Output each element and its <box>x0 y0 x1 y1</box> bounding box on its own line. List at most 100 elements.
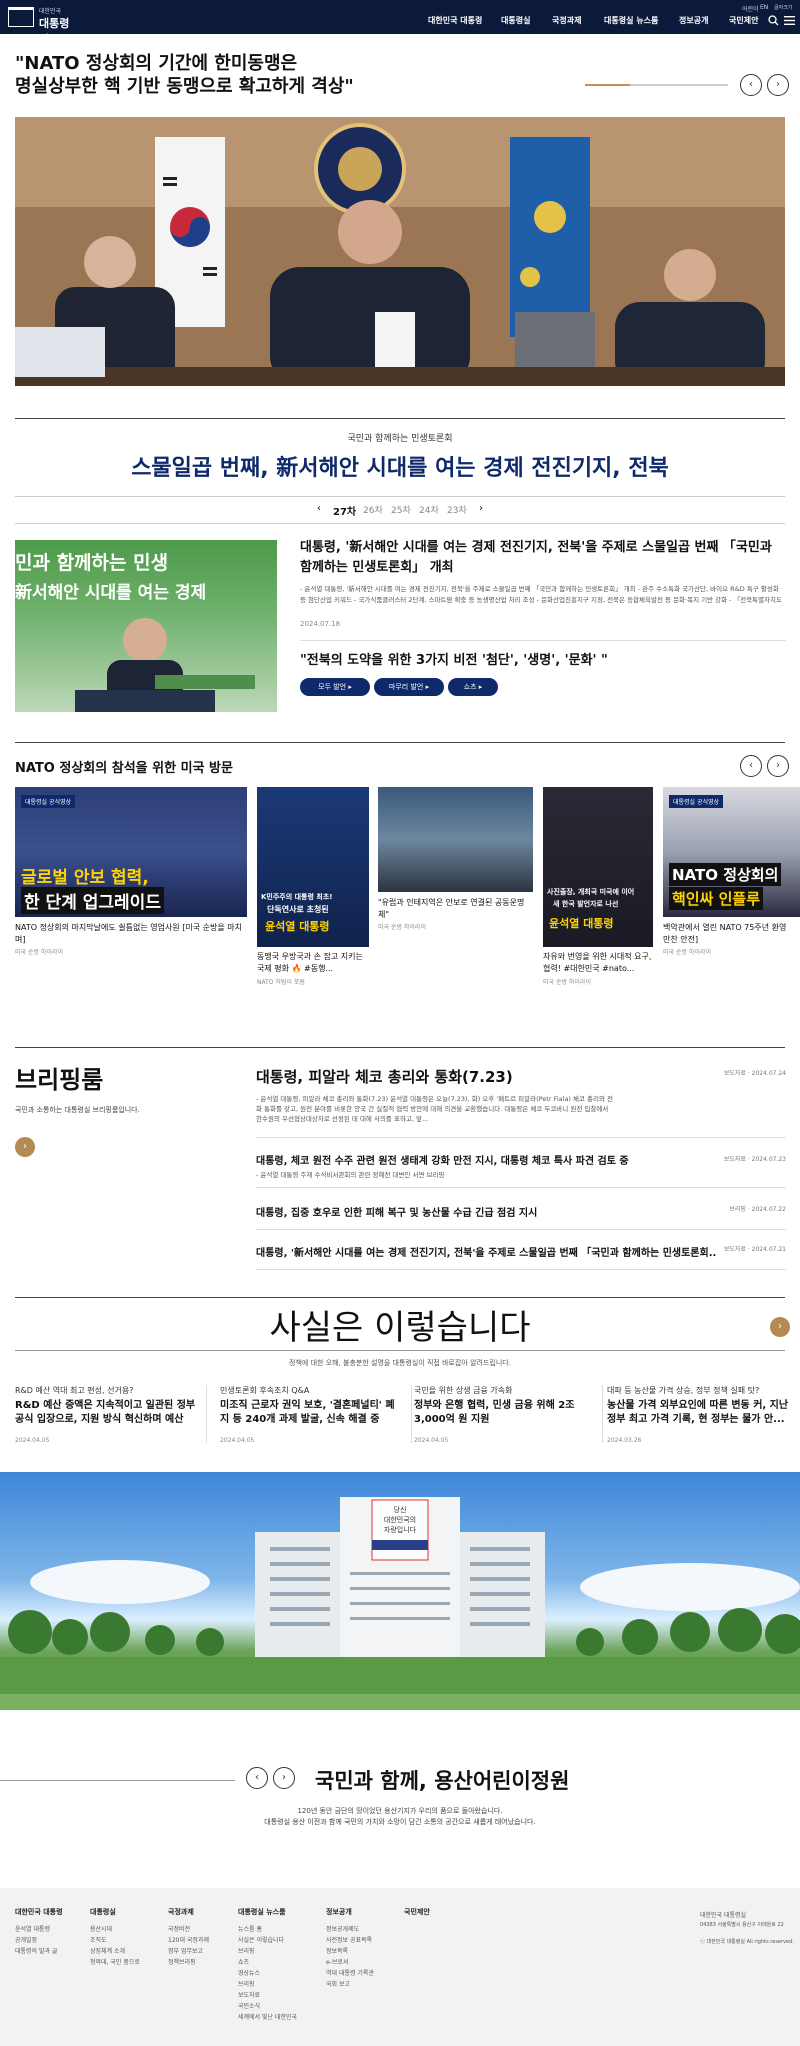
footer-link[interactable]: 공개일정 <box>15 1935 37 1944</box>
nav-item-proposal[interactable]: 국민제안 <box>729 15 758 26</box>
fact-item[interactable]: R&D 예산 역대 최고 편성, 선거용? R&D 예산 증액은 지속적이고 일… <box>15 1385 197 1444</box>
footer-link[interactable]: e-브로셔 <box>326 1957 348 1966</box>
facts-divider <box>15 1350 785 1351</box>
footer-link[interactable]: 대통령의 말과 글 <box>15 1946 57 1955</box>
closing-remarks-button[interactable]: 마무리 발언 ▸ <box>374 678 444 696</box>
logo[interactable]: 대한민국 대통령실 <box>8 5 78 46</box>
round-tab-26[interactable]: 26차 <box>363 503 383 516</box>
footer-link[interactable]: 120대 국정과제 <box>168 1935 209 1944</box>
fact-item[interactable]: 국민을 위한 상생 금융 가속화 정부와 은행 협력, 민생 금융 위해 2조 … <box>414 1385 596 1444</box>
video-caption: NATO 정상회의 마지막날에도 쉴틈없는 영업사원 [미국 순방을 마치며] <box>15 923 242 944</box>
round-tab-23[interactable]: 23차 <box>447 503 467 516</box>
logo-small-text: 대한민국 <box>39 8 62 15</box>
footer-link[interactable]: 역대 대통령 기록관 <box>326 1968 374 1977</box>
video-card[interactable]: 대통령실 공식영상 NATO 정상회의 핵인싸 인플루 백악관에서 열린 NAT… <box>663 787 800 1027</box>
footer-link[interactable]: 영상뉴스 <box>238 1968 260 1977</box>
hero-photo[interactable] <box>15 117 785 386</box>
footer-col-head[interactable]: 국정과제 <box>168 1907 194 1917</box>
forum-photo-illustration <box>75 618 255 712</box>
nav-item-newsroom[interactable]: 대통령실 뉴스룸 <box>604 15 658 26</box>
footer-link[interactable]: 조직도 <box>90 1935 107 1944</box>
footer-link[interactable]: 상징체계 소개 <box>90 1946 125 1955</box>
footer <box>0 1888 800 2046</box>
video-card[interactable]: 사진출장, 개최국 미국에 이어 새 한국 발언자로 나선 윤석열 대통령 자유… <box>543 787 653 1027</box>
util-font-size-link[interactable]: 글자크기 <box>774 4 792 11</box>
section-divider <box>15 1297 785 1298</box>
nav-item-office[interactable]: 대통령실 <box>501 15 530 26</box>
briefing-more-button[interactable]: › <box>15 1137 35 1157</box>
footer-info-copyright: ⓒ 대한민국 대통령실 All rights reserved. <box>700 1939 794 1945</box>
footer-link[interactable]: 정보공개제도 <box>326 1924 359 1933</box>
footer-link[interactable]: 사전정보 공표목록 <box>326 1935 372 1944</box>
footer-col-head[interactable]: 정보공개 <box>326 1907 352 1917</box>
round-tab-24[interactable]: 24차 <box>419 503 439 516</box>
round-next-icon[interactable]: › <box>479 503 483 514</box>
round-tab-27[interactable]: 27차 <box>333 503 356 518</box>
video-card[interactable]: "유럽과 인태지역은 안보로 연결된 공동운명체" 미국 순방 하이라이 <box>378 787 533 1027</box>
opening-remarks-button[interactable]: 모두 발언 ▸ <box>300 678 370 696</box>
fact-item[interactable]: 민생토론회 후속조치 Q&A 미조직 근로자 권익 보호, '결혼페널티' 폐지… <box>220 1385 402 1444</box>
footer-link[interactable]: 청와대, 국민 품으로 <box>90 1957 140 1966</box>
nav-item-agenda[interactable]: 국정과제 <box>552 15 581 26</box>
menu-icon[interactable] <box>784 16 795 25</box>
footer-col-head[interactable]: 국민제안 <box>404 1907 430 1917</box>
fact-separator <box>411 1385 412 1443</box>
video-thumbnail: 대통령실 공식영상 NATO 정상회의 핵인싸 인플루 <box>663 787 800 917</box>
footer-link[interactable]: 정부 업무보고 <box>168 1946 203 1955</box>
footer-link[interactable]: 국정비전 <box>168 1924 190 1933</box>
util-english-link[interactable]: EN <box>760 4 768 11</box>
nav-item-disclosure[interactable]: 정보공개 <box>679 15 708 26</box>
video-caption: 동맹국 우방국과 손 잡고 지키는 국제 평화 🔥 #동행... <box>257 952 363 973</box>
kids-prev-button[interactable]: ‹ <box>246 1767 268 1789</box>
facts-title: 사실은 이렇습니다 <box>269 1308 531 1348</box>
footer-link[interactable]: 국회 보고 <box>326 1979 350 1988</box>
facts-subtitle: 정책에 대한 오해, 불충분한 설명을 대통령실이 직접 바로잡아 알려드립니다… <box>289 1359 511 1367</box>
briefing-row[interactable]: 대통령, 피알라 체코 총리와 통화(7.23) 보도자료 · 2024.07.… <box>256 1060 786 1138</box>
footer-col-head[interactable]: 대통령실 <box>90 1907 116 1917</box>
forum-inner-divider <box>300 640 786 641</box>
forum-headline[interactable]: 대통령, '新서해안 시대를 여는 경제 전진기지, 전북'을 주제로 스물일곱… <box>300 538 786 578</box>
fact-item[interactable]: 대파 등 농산물 가격 상승, 정부 정책 실패 탓? 농산물 가격 외부요인에… <box>607 1385 789 1444</box>
footer-link[interactable]: 보도자료 <box>238 1990 260 1999</box>
footer-link[interactable]: 용산시대 <box>90 1924 112 1933</box>
round-tab-25[interactable]: 25차 <box>391 503 411 516</box>
footer-link[interactable]: 정보목록 <box>326 1946 348 1955</box>
hero-prev-button[interactable]: ‹ <box>740 74 762 96</box>
briefing-row[interactable]: 대통령, 집중 호우로 인한 피해 복구 및 농산물 수급 긴급 점검 지시 브… <box>256 1192 786 1230</box>
footer-link[interactable]: 브리핑 <box>238 1979 255 1988</box>
kids-next-button[interactable]: › <box>273 1767 295 1789</box>
nato-next-button[interactable]: › <box>767 755 789 777</box>
footer-link[interactable]: 사실은 이렇습니다 <box>238 1935 284 1944</box>
fact-date: 2024.04.05 <box>15 1437 50 1444</box>
footer-col-head[interactable]: 대한민국 대통령 <box>15 1907 63 1917</box>
forum-subtitle: 국민과 함께하는 민생토론회 <box>347 434 453 444</box>
round-prev-icon[interactable]: ‹ <box>317 503 321 514</box>
nato-prev-button[interactable]: ‹ <box>740 755 762 777</box>
hero-title: "NATO 정상회의 기간에 한미동맹은 명실상부한 핵 기반 동맹으로 확고하… <box>15 52 415 98</box>
shorts-button[interactable]: 쇼츠 ▸ <box>448 678 498 696</box>
banner-text-3: 자랑입니다 <box>384 1525 417 1534</box>
video-card[interactable]: 대통령실 공식영상 글로벌 안보 협력, 한 단계 업그레이드 NATO 정상회… <box>15 787 247 1027</box>
forum-round-nav: ‹ 27차 26차 25차 24차 23차 › <box>300 503 500 519</box>
briefing-row[interactable]: 대통령, 체코 원전 수주 관련 원전 생태계 강화 만전 지시, 대통령 체코… <box>256 1142 786 1188</box>
search-icon[interactable] <box>768 15 779 26</box>
footer-link[interactable]: 정책브리핑 <box>168 1957 196 1966</box>
footer-link[interactable]: 쇼츠 <box>238 1957 249 1966</box>
forum-photo[interactable]: 민과 함께하는 민생 新서해안 시대를 여는 경제 <box>15 540 277 712</box>
briefing-row-title: 대통령, 집중 호우로 인한 피해 복구 및 농산물 수급 긴급 점검 지시 <box>256 1208 538 1219</box>
footer-link[interactable]: 뉴스룸 홈 <box>238 1924 262 1933</box>
util-kids-link[interactable]: 어린이 <box>742 4 759 13</box>
facts-more-button[interactable]: › <box>770 1317 790 1337</box>
video-thumbnail: 대통령실 공식영상 글로벌 안보 협력, 한 단계 업그레이드 <box>15 787 247 917</box>
nav-item-president[interactable]: 대한민국 대통령 <box>428 15 482 26</box>
briefing-row[interactable]: 대통령, '新서해안 시대를 여는 경제 전진기지, 전북'을 주제로 스물일곱… <box>256 1232 786 1270</box>
video-card[interactable]: K민주주의 대통령 최초! 단독연사로 초청된 윤석열 대통령 동맹국 우방국과… <box>257 787 369 1027</box>
footer-link[interactable]: 윤석열 대통령 <box>15 1924 50 1933</box>
video-tag: 대통령실 공식영상 <box>669 795 724 808</box>
forum-description: - 윤석열 대통령, '新서해안 시대를 여는 경제 전진기지, 전북'을 주제… <box>300 585 782 604</box>
footer-link[interactable]: 브리핑 <box>238 1946 255 1955</box>
footer-link[interactable]: 국민소식 <box>238 2001 260 2010</box>
footer-col-head[interactable]: 대통령실 뉴스룸 <box>238 1907 286 1917</box>
footer-link[interactable]: 세계에서 빛난 대한민국 <box>238 2012 297 2021</box>
hero-next-button[interactable]: › <box>767 74 789 96</box>
